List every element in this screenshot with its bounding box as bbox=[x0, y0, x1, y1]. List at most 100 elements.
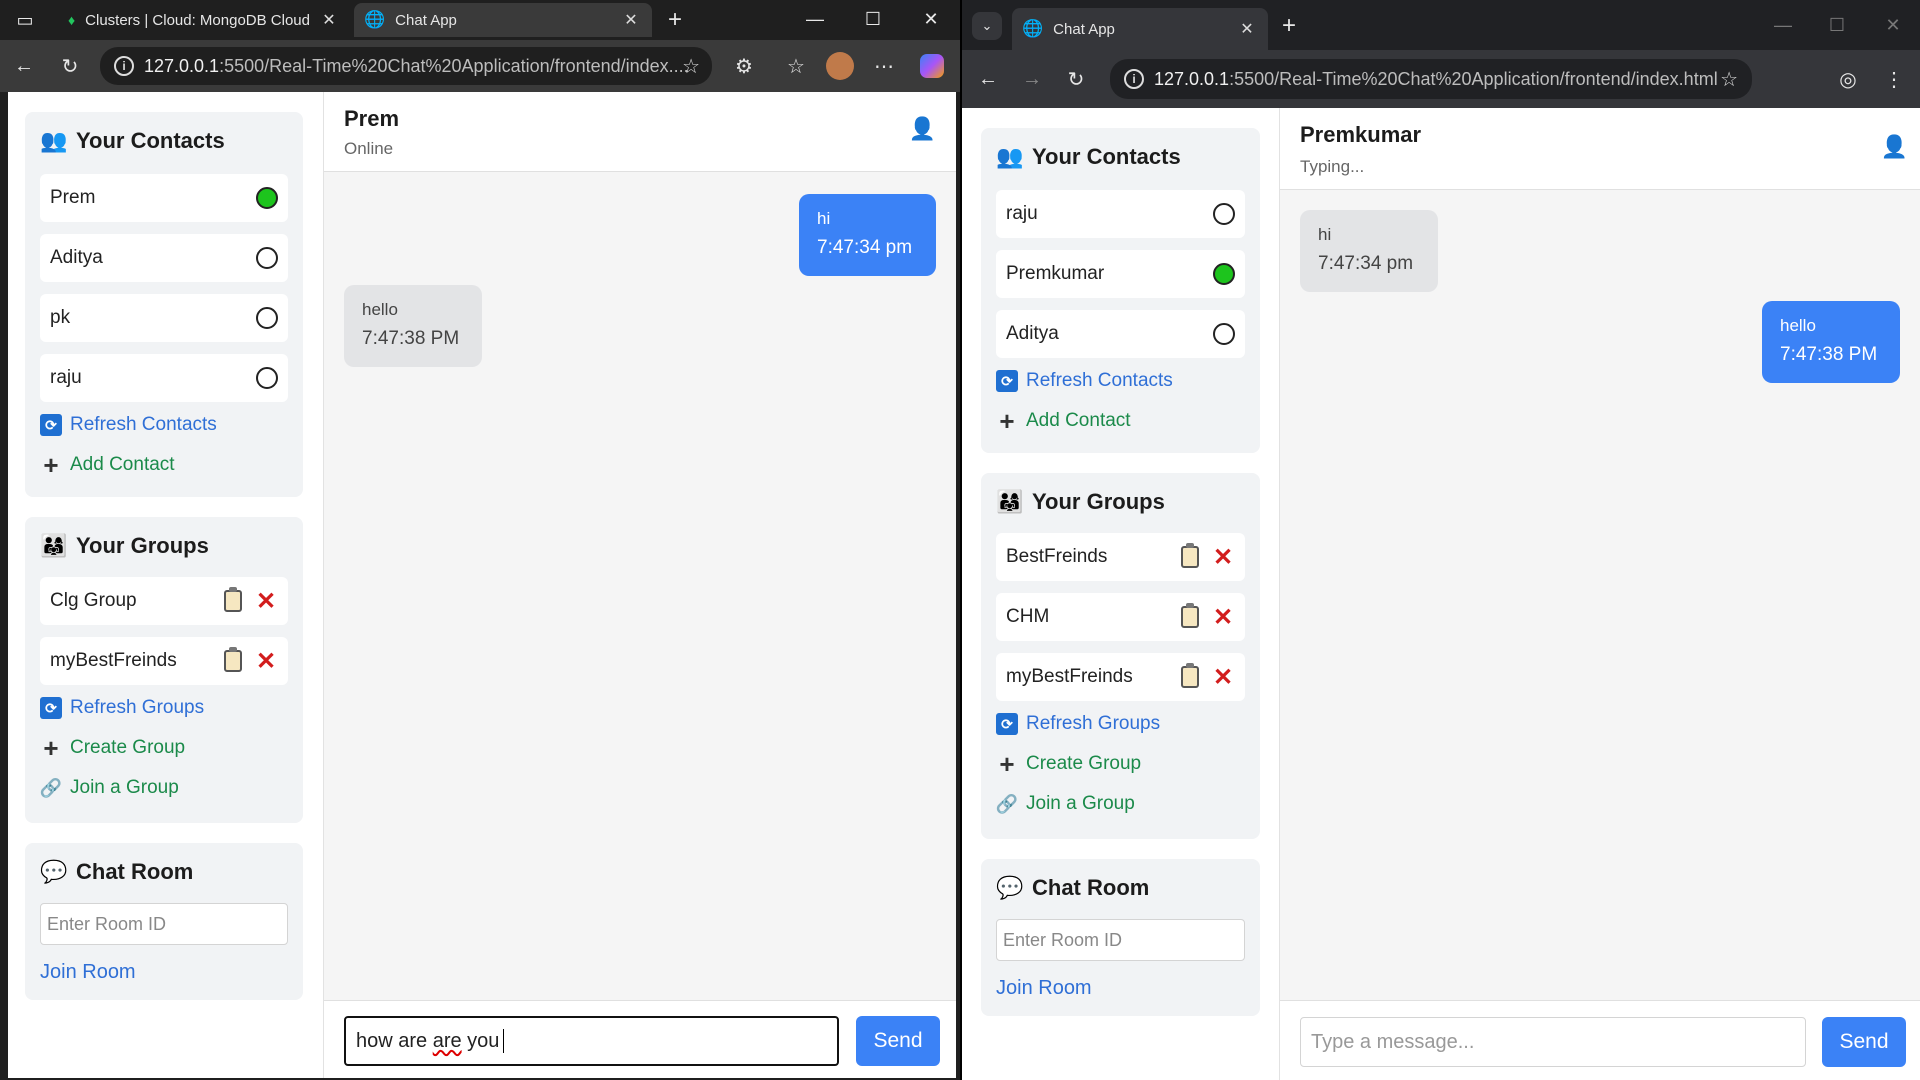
contact-item-pk[interactable]: pk bbox=[40, 294, 288, 342]
reload-icon[interactable]: ↻ bbox=[54, 50, 86, 82]
plus-icon: + bbox=[43, 732, 59, 763]
more-icon[interactable]: ⋯ bbox=[868, 50, 900, 82]
contact-item-raju[interactable]: raju bbox=[996, 190, 1245, 238]
group-item-mybestfreinds[interactable]: myBestFreinds ✕ bbox=[40, 637, 288, 685]
group-item-bestfreinds[interactable]: BestFreinds ✕ bbox=[996, 533, 1245, 581]
refresh-icon: ⟳ bbox=[996, 713, 1018, 735]
profile-icon[interactable]: ◎ bbox=[1832, 63, 1864, 95]
contacts-icon: 👥 bbox=[996, 144, 1024, 169]
tab-search-icon[interactable]: ⌄ bbox=[972, 12, 1002, 40]
extensions-icon[interactable]: ⚙ bbox=[728, 50, 760, 82]
message-text: hi bbox=[1318, 225, 1332, 244]
join-group-button[interactable]: 🔗 Join a Group bbox=[40, 777, 179, 799]
back-icon[interactable]: ← bbox=[972, 63, 1004, 95]
input-text-suffix: you bbox=[461, 1029, 500, 1052]
profile-avatar[interactable] bbox=[824, 50, 856, 82]
user-avatar-icon[interactable]: 👤 bbox=[1881, 134, 1908, 160]
clipboard-icon[interactable] bbox=[1181, 663, 1199, 688]
close-window-icon[interactable]: ✕ bbox=[1878, 10, 1908, 40]
join-group-button[interactable]: 🔗 Join a Group bbox=[996, 793, 1135, 815]
back-icon[interactable]: ← bbox=[8, 50, 40, 82]
add-contact-button[interactable]: + Add Contact bbox=[996, 405, 1130, 436]
new-tab-icon[interactable]: + bbox=[660, 6, 690, 34]
tab-title: Chat App bbox=[1053, 20, 1115, 38]
chat-room-card: 💬 Chat Room Enter Room ID Join Room bbox=[981, 859, 1260, 1016]
refresh-groups-button[interactable]: ⟳ Refresh Groups bbox=[40, 697, 204, 719]
group-item-chm[interactable]: CHM ✕ bbox=[996, 593, 1245, 641]
contact-name: raju bbox=[50, 367, 82, 388]
delete-x-icon[interactable]: ✕ bbox=[1211, 663, 1235, 692]
maximize-icon[interactable]: ☐ bbox=[1822, 10, 1852, 40]
close-icon[interactable]: ✕ bbox=[318, 10, 340, 30]
contact-item-raju[interactable]: raju bbox=[40, 354, 288, 402]
delete-x-icon[interactable]: ✕ bbox=[1211, 603, 1235, 632]
message-input[interactable]: how are are you bbox=[344, 1016, 839, 1066]
url-host: 127.0.0.1 bbox=[144, 55, 220, 76]
tab-actions-icon[interactable]: ▭ bbox=[10, 6, 40, 34]
maximize-icon[interactable]: ☐ bbox=[858, 4, 888, 34]
add-contact-button[interactable]: + Add Contact bbox=[40, 450, 174, 480]
contact-item-aditya[interactable]: Aditya bbox=[996, 310, 1245, 358]
address-bar[interactable]: i 127.0.0.1:5500/Real-Time%20Chat%20Appl… bbox=[100, 47, 712, 85]
new-tab-icon[interactable]: + bbox=[1274, 12, 1304, 40]
join-room-button[interactable]: Join Room bbox=[40, 961, 136, 984]
minimize-icon[interactable]: — bbox=[800, 4, 830, 34]
join-room-button[interactable]: Join Room bbox=[996, 977, 1092, 1000]
message-input[interactable]: Type a message... bbox=[1300, 1017, 1806, 1067]
bookmark-star-icon[interactable]: ☆ bbox=[1720, 67, 1738, 92]
contact-item-prem[interactable]: Prem bbox=[40, 174, 288, 222]
refresh-groups-button[interactable]: ⟳ Refresh Groups bbox=[996, 713, 1160, 735]
offline-status-icon bbox=[256, 307, 278, 329]
contact-name: raju bbox=[1006, 203, 1038, 224]
tab-chat-app[interactable]: 🌐 Chat App ✕ bbox=[1012, 8, 1268, 50]
user-avatar-icon[interactable]: 👤 bbox=[909, 116, 936, 142]
minimize-icon[interactable]: — bbox=[1768, 10, 1798, 40]
refresh-contacts-button[interactable]: ⟳ Refresh Contacts bbox=[996, 370, 1173, 392]
reload-icon[interactable]: ↻ bbox=[1060, 63, 1092, 95]
clipboard-icon[interactable] bbox=[224, 587, 242, 612]
site-info-icon[interactable]: i bbox=[114, 56, 134, 76]
close-window-icon[interactable]: ✕ bbox=[916, 4, 946, 34]
contact-item-premkumar[interactable]: Premkumar bbox=[996, 250, 1245, 298]
send-button[interactable]: Send bbox=[856, 1016, 940, 1066]
message-time: 7:47:34 pm bbox=[817, 237, 913, 258]
room-id-input[interactable]: Enter Room ID bbox=[40, 903, 288, 945]
delete-x-icon[interactable]: ✕ bbox=[254, 647, 278, 676]
clipboard-icon[interactable] bbox=[1181, 603, 1199, 628]
refresh-groups-label: Refresh Groups bbox=[1026, 713, 1161, 734]
delete-x-icon[interactable]: ✕ bbox=[1211, 543, 1235, 572]
delete-x-icon[interactable]: ✕ bbox=[254, 587, 278, 616]
group-item-clg-group[interactable]: Clg Group ✕ bbox=[40, 577, 288, 625]
tab-chat-app[interactable]: 🌐 Chat App ✕ bbox=[354, 3, 652, 37]
groups-title-text: Your Groups bbox=[1032, 489, 1165, 514]
group-name: myBestFreinds bbox=[1006, 666, 1133, 687]
tab-mongodb[interactable]: ♦ Clusters | Cloud: MongoDB Cloud ✕ bbox=[58, 3, 350, 37]
clipboard-icon[interactable] bbox=[1181, 543, 1199, 568]
close-icon[interactable]: ✕ bbox=[620, 10, 642, 30]
close-icon[interactable]: ✕ bbox=[1236, 19, 1258, 39]
site-info-icon[interactable]: i bbox=[1124, 69, 1144, 89]
chat-header: Prem Online 👤 bbox=[324, 92, 956, 172]
favorites-icon[interactable]: ☆ bbox=[780, 50, 812, 82]
url-path: :5500/Real-Time%20Chat%20Application/fro… bbox=[219, 55, 689, 76]
refresh-contacts-label: Refresh Contacts bbox=[70, 414, 217, 435]
send-button[interactable]: Send bbox=[1822, 1017, 1906, 1067]
contacts-title: 👥 Your Contacts bbox=[996, 142, 1180, 172]
room-id-input[interactable]: Enter Room ID bbox=[996, 919, 1245, 961]
join-group-label: Join a Group bbox=[1026, 793, 1135, 814]
plus-icon: + bbox=[999, 405, 1015, 436]
create-group-button[interactable]: + Create Group bbox=[996, 749, 1141, 779]
refresh-contacts-button[interactable]: ⟳ Refresh Contacts bbox=[40, 414, 217, 436]
create-group-button[interactable]: + Create Group bbox=[40, 732, 185, 763]
refresh-icon: ⟳ bbox=[40, 697, 62, 719]
message-composer: how are are you Send bbox=[324, 1000, 956, 1078]
menu-icon[interactable]: ⋮ bbox=[1878, 63, 1910, 95]
message-outgoing: hi 7:47:34 pm bbox=[799, 194, 936, 276]
contact-item-aditya[interactable]: Aditya bbox=[40, 234, 288, 282]
clipboard-icon[interactable] bbox=[224, 647, 242, 672]
favorite-star-icon[interactable]: ☆ bbox=[682, 54, 700, 79]
copilot-icon[interactable] bbox=[916, 50, 948, 82]
address-bar[interactable]: i 127.0.0.1:5500/Real-Time%20Chat%20Appl… bbox=[1110, 59, 1752, 99]
forward-icon[interactable]: → bbox=[1016, 63, 1048, 95]
group-item-mybestfreinds[interactable]: myBestFreinds ✕ bbox=[996, 653, 1245, 701]
